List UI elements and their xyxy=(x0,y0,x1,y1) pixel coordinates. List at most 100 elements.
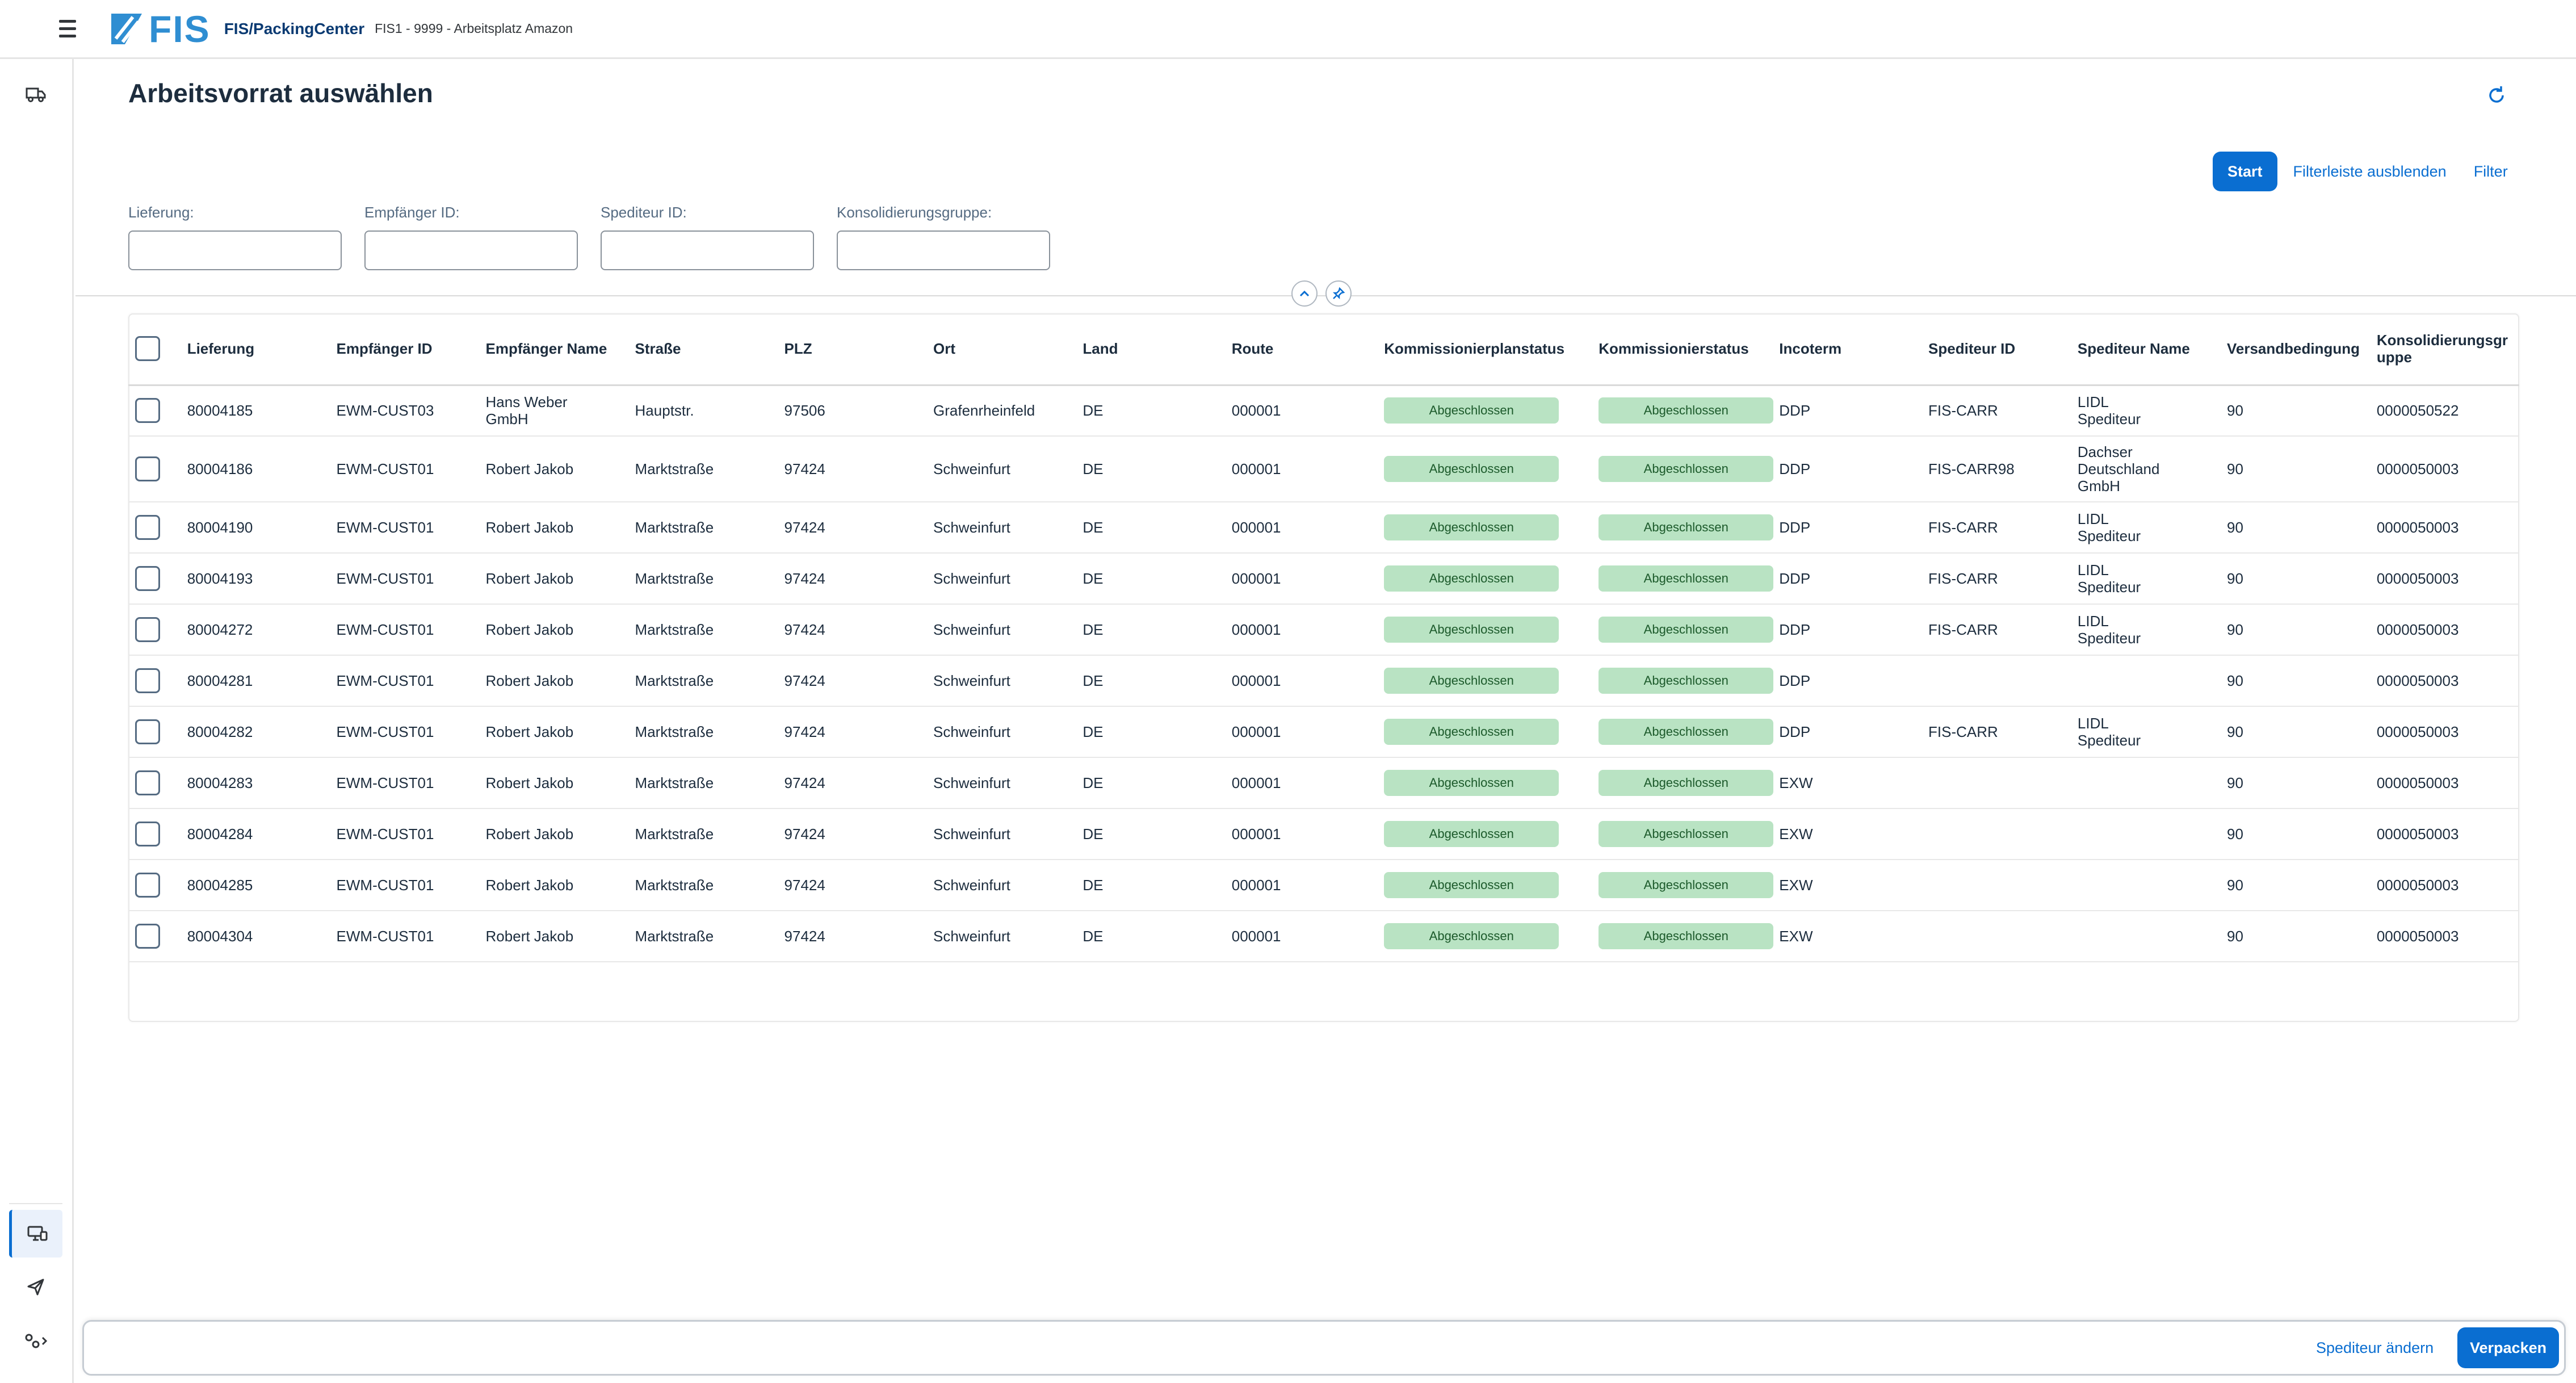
cell-route: 000001 xyxy=(1224,553,1378,605)
row-checkbox[interactable] xyxy=(135,398,160,424)
cell-text: Robert Jakob xyxy=(485,460,574,477)
cell-text: 0000050003 xyxy=(2376,928,2459,945)
table-row[interactable]: 80004304 EWM-CUST01 Robert Jakob Marktstraß… xyxy=(128,911,2519,962)
status-badge: Abgeschlossen xyxy=(1599,617,1774,643)
cell-sped_name xyxy=(2070,860,2220,911)
cell-route: 000001 xyxy=(1224,604,1378,656)
side-navigation xyxy=(0,59,74,1383)
cell-text: Marktstraße xyxy=(635,570,714,587)
send-icon[interactable] xyxy=(9,1263,62,1311)
cell-plz: 97424 xyxy=(777,502,926,554)
filter-button[interactable]: Filter xyxy=(2474,152,2508,191)
status-cells: Abgeschlossen Abgeschlossen xyxy=(1377,757,1774,809)
column-header[interactable]: Konsolidierungsgruppe xyxy=(2369,313,2519,386)
select-all-cell xyxy=(128,313,181,386)
cell-route: 000001 xyxy=(1224,757,1378,809)
cell-route: 000001 xyxy=(1224,502,1378,554)
cell-konsol: 0000050003 xyxy=(2369,911,2519,962)
column-header[interactable]: Straße xyxy=(628,313,778,386)
table-row[interactable]: 80004282 EWM-CUST01 Robert Jakob Marktstraß… xyxy=(128,706,2519,758)
status-badge: Abgeschlossen xyxy=(1599,821,1774,847)
app-subtitle: FIS1 - 9999 - Arbeitsplatz Amazon xyxy=(375,21,573,36)
empfaenger-id-input[interactable] xyxy=(364,230,578,270)
row-checkbox[interactable] xyxy=(135,822,160,846)
table-row[interactable]: 80004185 EWM-CUST03 Hans Weber GmbH Hauptst… xyxy=(128,385,2519,437)
row-checkbox[interactable] xyxy=(135,668,160,693)
cell-empf_id: EWM-CUST01 xyxy=(329,808,479,860)
start-button[interactable]: Start xyxy=(2213,152,2277,191)
row-checkbox[interactable] xyxy=(135,924,160,949)
row-checkbox[interactable] xyxy=(135,770,160,795)
settings-icon[interactable] xyxy=(9,1317,62,1365)
table-row[interactable]: 80004193 EWM-CUST01 Robert Jakob Marktstraß… xyxy=(128,553,2519,605)
cell-konsol: 0000050003 xyxy=(2369,502,2519,554)
table-row[interactable]: 80004284 EWM-CUST01 Robert Jakob Marktstraß… xyxy=(128,808,2519,860)
konsolidierungsgruppe-input[interactable] xyxy=(837,230,1050,270)
cell-sped_id: FIS-CARR xyxy=(1921,385,2071,437)
cell-text: 90 xyxy=(2226,774,2243,791)
cell-ort: Grafenrheinfeld xyxy=(926,385,1076,437)
cell-text: DDP xyxy=(1779,460,1811,477)
cell-text: DDP xyxy=(1779,570,1811,587)
select-all-checkbox[interactable] xyxy=(135,336,160,362)
column-header[interactable]: Empfänger Name xyxy=(479,313,628,386)
row-checkbox[interactable] xyxy=(135,617,160,642)
truck-icon[interactable] xyxy=(9,70,62,118)
workstation-icon[interactable] xyxy=(9,1210,62,1258)
cell-empf_name: Hans Weber GmbH xyxy=(479,385,628,437)
row-checkbox[interactable] xyxy=(135,719,160,744)
cell-empf_name: Robert Jakob xyxy=(479,706,628,758)
column-header[interactable]: Route xyxy=(1224,313,1378,386)
status-badge: Abgeschlossen xyxy=(1599,770,1774,796)
cell-text: Marktstraße xyxy=(635,672,714,689)
spediteur-id-input[interactable] xyxy=(601,230,814,270)
cell-plz: 97424 xyxy=(777,553,926,605)
cell-text: 0000050003 xyxy=(2376,774,2459,791)
table-row[interactable]: 80004285 EWM-CUST01 Robert Jakob Marktstraß… xyxy=(128,860,2519,911)
menu-icon[interactable] xyxy=(59,14,89,44)
column-header[interactable]: Spediteur ID xyxy=(1921,313,2071,386)
cell-text: EWM-CUST01 xyxy=(336,723,434,740)
cell-sped_name: LIDL Spediteur xyxy=(2070,604,2220,656)
cell-text: 90 xyxy=(2226,621,2243,638)
column-header[interactable]: Land xyxy=(1076,313,1225,386)
column-header[interactable]: Kommissionierplanstatus xyxy=(1377,340,1592,358)
cell-text: 80004185 xyxy=(187,402,253,420)
table-row[interactable]: 80004272 EWM-CUST01 Robert Jakob Marktstraß… xyxy=(128,604,2519,656)
cell-sped_name: LIDL Spediteur xyxy=(2070,385,2220,437)
pack-button[interactable]: Verpacken xyxy=(2457,1327,2560,1368)
cell-lieferung: 80004281 xyxy=(180,655,330,707)
column-header[interactable]: Versandbedingung xyxy=(2220,313,2370,386)
cell-text: DE xyxy=(1083,774,1104,791)
column-header[interactable]: Incoterm xyxy=(1772,313,1922,386)
table-row[interactable]: 80004190 EWM-CUST01 Robert Jakob Marktstraß… xyxy=(128,502,2519,554)
cell-empf_id: EWM-CUST01 xyxy=(329,502,479,554)
collapse-header-icon[interactable] xyxy=(1291,280,1318,307)
lieferung-input[interactable] xyxy=(128,230,342,270)
cell-text: EWM-CUST01 xyxy=(336,570,434,587)
cell-lieferung: 80004282 xyxy=(180,706,330,758)
cell-text: Hans Weber GmbH xyxy=(485,393,568,428)
column-header[interactable]: Lieferung xyxy=(180,313,330,386)
row-checkbox[interactable] xyxy=(135,456,160,481)
cell-text: 97424 xyxy=(784,672,825,689)
refresh-icon[interactable] xyxy=(2482,81,2511,110)
column-header[interactable]: Spediteur Name xyxy=(2070,313,2220,386)
table-row[interactable]: 80004283 EWM-CUST01 Robert Jakob Marktstraß… xyxy=(128,757,2519,809)
cell-kstatus: Abgeschlossen xyxy=(1592,397,1774,424)
column-header[interactable]: PLZ xyxy=(777,313,926,386)
column-header[interactable]: Empfänger ID xyxy=(329,313,479,386)
cell-text: EXW xyxy=(1779,928,1813,945)
pin-header-icon[interactable] xyxy=(1325,280,1352,307)
row-checkbox[interactable] xyxy=(135,515,160,540)
change-carrier-button[interactable]: Spediteur ändern xyxy=(2316,1322,2434,1374)
status-badge: Abgeschlossen xyxy=(1384,397,1559,424)
table-row[interactable]: 80004281 EWM-CUST01 Robert Jakob Marktstraß… xyxy=(128,655,2519,707)
column-header[interactable]: Kommissionierstatus xyxy=(1592,340,1772,358)
cell-kstatus: Abgeschlossen xyxy=(1592,821,1774,847)
row-checkbox[interactable] xyxy=(135,566,160,591)
hide-filterbar-button[interactable]: Filterleiste ausblenden xyxy=(2293,152,2447,191)
table-row[interactable]: 80004186 EWM-CUST01 Robert Jakob Marktstraß… xyxy=(128,436,2519,502)
row-checkbox[interactable] xyxy=(135,873,160,898)
column-header[interactable]: Ort xyxy=(926,313,1076,386)
